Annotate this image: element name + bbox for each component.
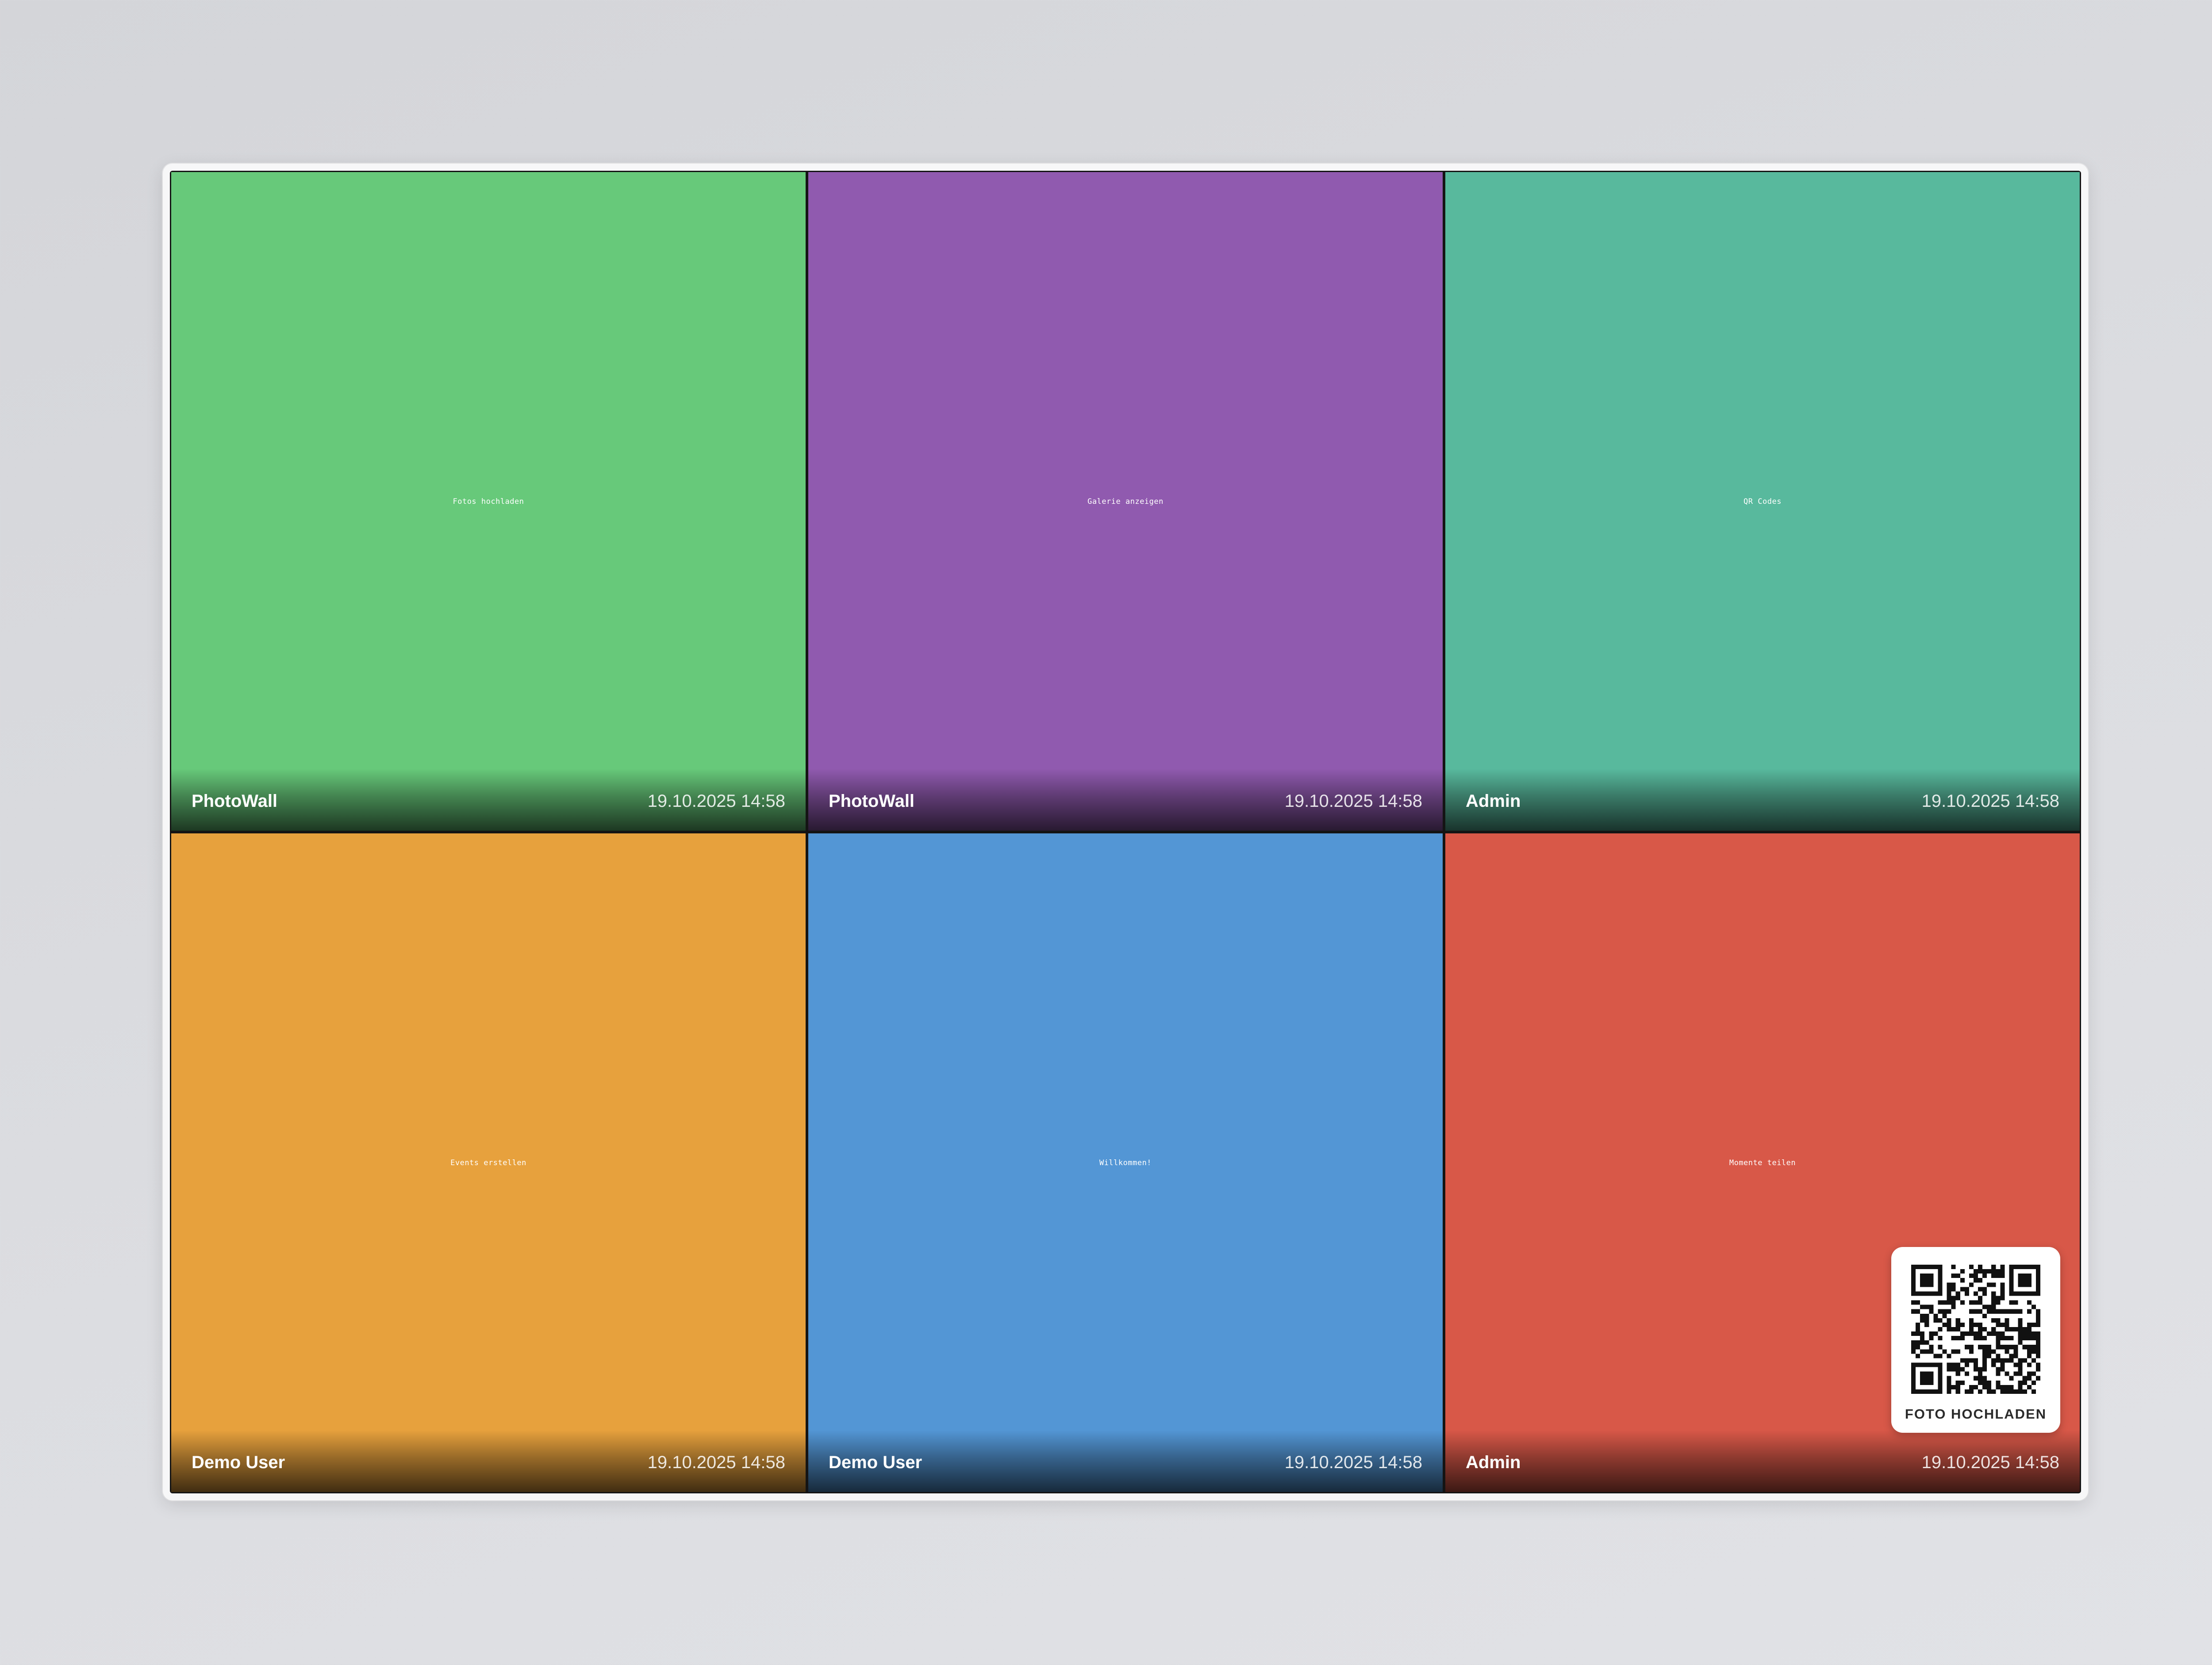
photo-timestamp: 19.10.2025 14:58 — [1921, 1453, 2059, 1472]
photo-author: Admin — [1466, 1453, 1521, 1472]
photo-caption: Events erstellen — [450, 1158, 526, 1167]
photo-caption: Willkommen! — [1099, 1158, 1152, 1167]
photo-caption: Fotos hochladen — [453, 497, 524, 506]
photo-author: Demo User — [829, 1453, 922, 1472]
photo-tile-3[interactable]: QR Codes Admin 19.10.2025 14:58 — [1445, 172, 2080, 831]
photo-author: Demo User — [192, 1453, 285, 1472]
photo-footer: Admin 19.10.2025 14:58 — [1445, 769, 2080, 831]
photo-footer: PhotoWall 19.10.2025 14:58 — [808, 769, 1443, 831]
photo-timestamp: 19.10.2025 14:58 — [1921, 791, 2059, 811]
qr-upload-card[interactable]: FOTO HOCHLADEN — [1891, 1247, 2060, 1433]
qr-upload-label: FOTO HOCHLADEN — [1905, 1406, 2047, 1422]
photo-author: Admin — [1466, 791, 1521, 811]
photo-author: PhotoWall — [829, 791, 915, 811]
photo-footer: Admin 19.10.2025 14:58 — [1445, 1430, 2080, 1492]
photo-timestamp: 19.10.2025 14:58 — [647, 1453, 785, 1472]
photo-tile-5[interactable]: Willkommen! Demo User 19.10.2025 14:58 — [808, 833, 1443, 1492]
photo-caption: QR Codes — [1743, 497, 1782, 506]
photo-tile-2[interactable]: Galerie anzeigen PhotoWall 19.10.2025 14… — [808, 172, 1443, 831]
photo-footer: Demo User 19.10.2025 14:58 — [808, 1430, 1443, 1492]
photo-timestamp: 19.10.2025 14:58 — [1284, 791, 1422, 811]
photo-timestamp: 19.10.2025 14:58 — [1284, 1453, 1422, 1472]
photo-footer: PhotoWall 19.10.2025 14:58 — [171, 769, 806, 831]
photo-footer: Demo User 19.10.2025 14:58 — [171, 1430, 806, 1492]
photo-caption: Momente teilen — [1729, 1158, 1796, 1167]
qr-code-icon[interactable] — [1911, 1265, 2040, 1394]
photo-author: PhotoWall — [192, 791, 278, 811]
photo-timestamp: 19.10.2025 14:58 — [647, 791, 785, 811]
photo-tile-6[interactable]: Momente teilen Admin 19.10.2025 14:58 FO… — [1445, 833, 2080, 1492]
photo-grid: Fotos hochladen PhotoWall 19.10.2025 14:… — [170, 171, 2081, 1493]
photo-caption: Galerie anzeigen — [1087, 497, 1164, 506]
photo-wall-frame: Fotos hochladen PhotoWall 19.10.2025 14:… — [163, 164, 2088, 1500]
photo-tile-4[interactable]: Events erstellen Demo User 19.10.2025 14… — [171, 833, 806, 1492]
photo-tile-1[interactable]: Fotos hochladen PhotoWall 19.10.2025 14:… — [171, 172, 806, 831]
